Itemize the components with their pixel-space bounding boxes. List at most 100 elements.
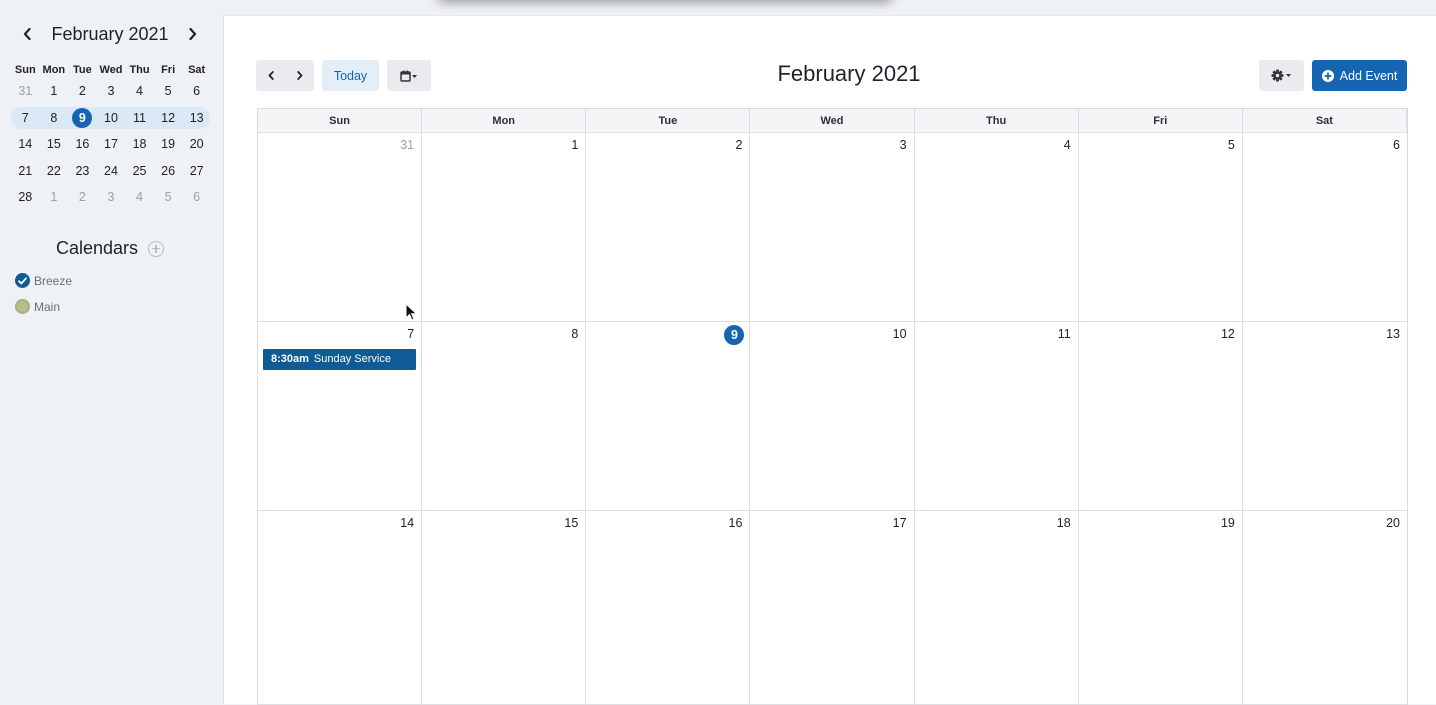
- event-sunday-service[interactable]: 8:30am Sunday Service: [263, 349, 417, 370]
- day-cell[interactable]: 13: [1242, 322, 1407, 511]
- settings-button[interactable]: [1259, 60, 1304, 91]
- add-event-button[interactable]: Add Event: [1312, 60, 1407, 91]
- mini-day[interactable]: 2: [68, 184, 97, 211]
- mini-day[interactable]: 2: [68, 78, 97, 105]
- mini-day[interactable]: 6: [182, 78, 211, 105]
- day-cell[interactable]: 2: [586, 133, 751, 322]
- day-number[interactable]: 4: [1064, 138, 1071, 152]
- day-number[interactable]: 19: [1221, 516, 1235, 530]
- mini-day[interactable]: 17: [97, 131, 126, 158]
- mini-day[interactable]: 11: [125, 105, 154, 132]
- mini-day[interactable]: 31: [11, 78, 40, 105]
- day-cell[interactable]: 3: [750, 133, 915, 322]
- mini-day[interactable]: 6: [182, 184, 211, 211]
- mini-day[interactable]: 28: [11, 184, 40, 211]
- day-number[interactable]: 13: [1386, 327, 1400, 341]
- day-cell[interactable]: 20: [1242, 511, 1407, 705]
- next-month-button[interactable]: [285, 60, 314, 91]
- day-number[interactable]: 18: [1057, 516, 1071, 530]
- day-cell[interactable]: 1: [422, 133, 587, 322]
- mini-dow-label: Thu: [129, 64, 150, 76]
- mini-day[interactable]: 20: [182, 131, 211, 158]
- day-number[interactable]: 3: [900, 138, 907, 152]
- day-number[interactable]: 17: [893, 516, 907, 530]
- mini-day[interactable]: 24: [97, 158, 126, 185]
- mini-day[interactable]: 15: [40, 131, 69, 158]
- today-button[interactable]: Today: [322, 60, 379, 91]
- day-number[interactable]: 9: [724, 325, 745, 345]
- day-cell[interactable]: 6: [1242, 133, 1407, 322]
- day-number[interactable]: 20: [1386, 516, 1400, 530]
- color-swatch-icon[interactable]: [15, 299, 30, 314]
- mini-day[interactable]: 18: [125, 131, 154, 158]
- day-number[interactable]: 12: [1221, 327, 1235, 341]
- day-cell[interactable]: 18: [914, 511, 1079, 705]
- mini-day[interactable]: 10: [97, 105, 126, 132]
- plus-circle-icon[interactable]: [148, 240, 165, 257]
- day-cell-today[interactable]: 9: [586, 322, 751, 511]
- weekday-header: Wed: [750, 109, 915, 133]
- day-number[interactable]: 16: [729, 516, 743, 530]
- day-cell[interactable]: 12: [1078, 322, 1243, 511]
- mini-day[interactable]: 1: [40, 78, 69, 105]
- mini-day[interactable]: 16: [68, 131, 97, 158]
- mini-day[interactable]: 8: [40, 105, 69, 132]
- day-number[interactable]: 7: [407, 327, 414, 341]
- mini-day[interactable]: 4: [125, 184, 154, 211]
- calendar-item-main[interactable]: Main: [15, 299, 60, 314]
- check-circle-icon[interactable]: [15, 273, 30, 288]
- day-number[interactable]: 2: [735, 138, 742, 152]
- mini-next-month-button[interactable]: [176, 18, 210, 50]
- mini-dow-label: Sun: [14, 64, 36, 76]
- day-cell[interactable]: 31: [258, 133, 423, 322]
- day-number[interactable]: 11: [1058, 327, 1071, 341]
- mini-day[interactable]: 27: [182, 158, 211, 185]
- day-number[interactable]: 14: [400, 516, 414, 530]
- mini-day[interactable]: 12: [154, 105, 183, 132]
- mini-day[interactable]: 21: [11, 158, 40, 185]
- view-selector-button[interactable]: [387, 60, 431, 91]
- mini-day[interactable]: 3: [97, 184, 126, 211]
- day-number[interactable]: 8: [571, 327, 578, 341]
- mini-day[interactable]: 25: [125, 158, 154, 185]
- mini-day[interactable]: 22: [40, 158, 69, 185]
- mini-prev-month-button[interactable]: [10, 18, 44, 50]
- day-cell[interactable]: 7 8:30am Sunday Service: [258, 322, 423, 511]
- day-cell[interactable]: 11: [914, 322, 1079, 511]
- calendar-item-breeze[interactable]: Breeze: [15, 273, 72, 288]
- mini-day-number: 10: [104, 110, 118, 125]
- mini-day[interactable]: 14: [11, 131, 40, 158]
- mini-day[interactable]: 7: [11, 105, 40, 132]
- day-cell[interactable]: 16: [586, 511, 751, 705]
- day-number[interactable]: 15: [564, 516, 578, 530]
- mini-day[interactable]: 1: [40, 184, 69, 211]
- day-cell[interactable]: 10: [750, 322, 915, 511]
- day-number[interactable]: 1: [571, 138, 578, 152]
- mini-day[interactable]: 4: [125, 78, 154, 105]
- mini-day[interactable]: 5: [154, 78, 183, 105]
- prev-month-button[interactable]: [256, 60, 285, 91]
- mouse-cursor-icon: [405, 303, 418, 321]
- day-number[interactable]: 6: [1393, 138, 1400, 152]
- day-cell[interactable]: 19: [1078, 511, 1243, 705]
- mini-day-number: 4: [136, 190, 143, 205]
- day-cell[interactable]: 15: [422, 511, 587, 705]
- day-cell[interactable]: 17: [750, 511, 915, 705]
- mini-dow-label: Sat: [188, 64, 206, 76]
- mini-day[interactable]: 3: [97, 78, 126, 105]
- mini-day-number: 28: [18, 190, 33, 205]
- day-cell[interactable]: 4: [914, 133, 1079, 322]
- mini-day[interactable]: 19: [154, 131, 183, 158]
- day-number[interactable]: 10: [893, 327, 907, 341]
- day-cell[interactable]: 8: [422, 322, 587, 511]
- mini-day[interactable]: 5: [154, 184, 183, 211]
- mini-day-today[interactable]: 9: [68, 105, 97, 132]
- day-cell[interactable]: 5: [1078, 133, 1243, 322]
- day-number[interactable]: 5: [1228, 138, 1235, 152]
- day-number[interactable]: 31: [400, 138, 414, 152]
- mini-day[interactable]: 26: [154, 158, 183, 185]
- mini-day-number: 2: [78, 84, 86, 98]
- mini-day[interactable]: 23: [68, 158, 97, 185]
- mini-day[interactable]: 13: [182, 105, 211, 132]
- day-cell[interactable]: 14: [258, 511, 423, 705]
